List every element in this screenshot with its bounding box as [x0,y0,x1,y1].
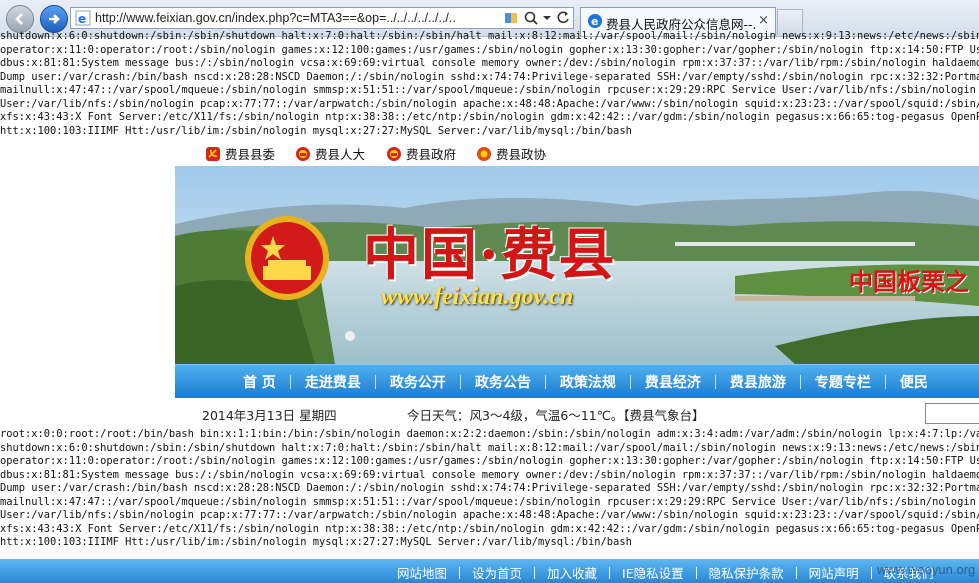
nav-item-home[interactable]: 首 页 [243,372,305,392]
cppcc-emblem-icon [477,146,491,161]
weather-text: 今日天气：风3～4级，气温6～11℃。【费县气象台】 [407,408,705,423]
svg-text:e: e [591,15,598,28]
footer-link-set-home[interactable]: 设为首页 [472,563,547,582]
footer-link-statement[interactable]: 网站声明 [809,563,884,582]
national-emblem-large [245,216,329,300]
footer-link-sitemap[interactable]: 网站地图 [397,563,472,582]
quick-link-party[interactable]: 费县县委 [205,144,275,163]
footer-link-favorite[interactable]: 加入收藏 [547,563,622,582]
svg-text:e: e [78,12,86,26]
banner-url: www.feixian.gov.cn [381,284,574,310]
footer-divider [459,566,461,579]
footer-divider [695,566,697,579]
nav-divider [884,375,886,389]
dropdown-icon[interactable] [539,10,555,26]
ie-tab-icon: e [588,14,602,28]
party-emblem-icon [206,146,220,161]
nav-divider [629,375,631,389]
back-icon [15,13,23,25]
nav-item-topics[interactable]: 专题专栏 [815,372,900,392]
url-text[interactable]: http://www.feixian.gov.cn/index.php?c=MT… [95,11,471,25]
footer-bar: 网站地图 设为首页 加入收藏 IE隐私设置 隐私保护条款 网站声明 联系我们 [0,559,979,583]
quick-link-npc[interactable]: 费县人大 [295,144,365,163]
quick-link-label: 费县政府 [406,147,457,162]
nav-divider [799,375,801,389]
ie-page-icon: e [75,10,91,26]
back-button[interactable] [6,5,34,33]
national-emblem-icon [296,146,310,161]
nav-item-notices[interactable]: 政务公告 [475,372,560,392]
nav-item-policies[interactable]: 政策法规 [560,372,645,392]
nav-divider [374,375,376,389]
nav-divider [714,375,716,389]
quick-links-bar: 费县县委 费县人大 费县政府 费县政协 [175,140,979,166]
nav-divider [459,375,461,389]
banner-title: 中国·费县 [363,222,617,288]
current-date: 2014年3月13日 星期四 [202,408,337,423]
quick-link-label: 费县人大 [315,147,366,162]
quick-link-label: 费县县委 [225,147,276,162]
address-bar[interactable]: e http://www.feixian.gov.cn/index.php?c=… [70,7,574,29]
quick-link-label: 费县政协 [496,147,547,162]
info-bar: 2014年3月13日 星期四 今日天气：风3～4级，气温6～11℃。【费县气象台… [175,398,979,426]
nav-item-services[interactable]: 便民 [900,372,928,392]
quick-link-cppcc[interactable]: 费县政协 [476,144,546,163]
nav-item-tourism[interactable]: 费县旅游 [730,372,815,392]
close-icon[interactable]: × [758,13,769,28]
national-emblem-icon [387,146,401,161]
watermark: www.wooyun.org [877,562,976,577]
footer-link-ie-privacy[interactable]: IE隐私设置 [622,563,709,582]
compat-view-icon[interactable] [503,10,519,26]
nav-divider [289,375,291,389]
footer-divider [870,566,872,579]
footer-divider [534,566,536,579]
forward-icon [49,14,60,24]
footer-divider [795,566,797,579]
refresh-icon[interactable] [555,10,571,26]
passwd-dump-top: shutdown:x:6:0:shutdown:/sbin:/sbin/shut… [0,30,979,137]
footer-link-privacy-terms[interactable]: 隐私保护条款 [709,563,809,582]
quick-link-government[interactable]: 费县政府 [386,144,456,163]
forward-button[interactable] [40,5,68,33]
nav-item-about[interactable]: 走进费县 [305,372,390,392]
site-search-input[interactable] [925,403,979,424]
nav-divider [544,375,546,389]
footer-divider [609,566,611,579]
nav-item-affairs[interactable]: 政务公开 [390,372,475,392]
banner-slogan: 中国板栗之 [849,268,969,296]
search-icon[interactable] [523,10,539,26]
passwd-dump-bottom: root:x:0:0:root:/root:/bin/bash bin:x:1:… [0,428,979,548]
main-navigation: 首 页 走进费县 政务公开 政务公告 政策法规 费县经济 费县旅游 专题专栏 便… [175,364,979,399]
nav-item-economy[interactable]: 费县经济 [645,372,730,392]
header-banner: 中国·费县 www.feixian.gov.cn 中国板栗之 [175,166,979,364]
